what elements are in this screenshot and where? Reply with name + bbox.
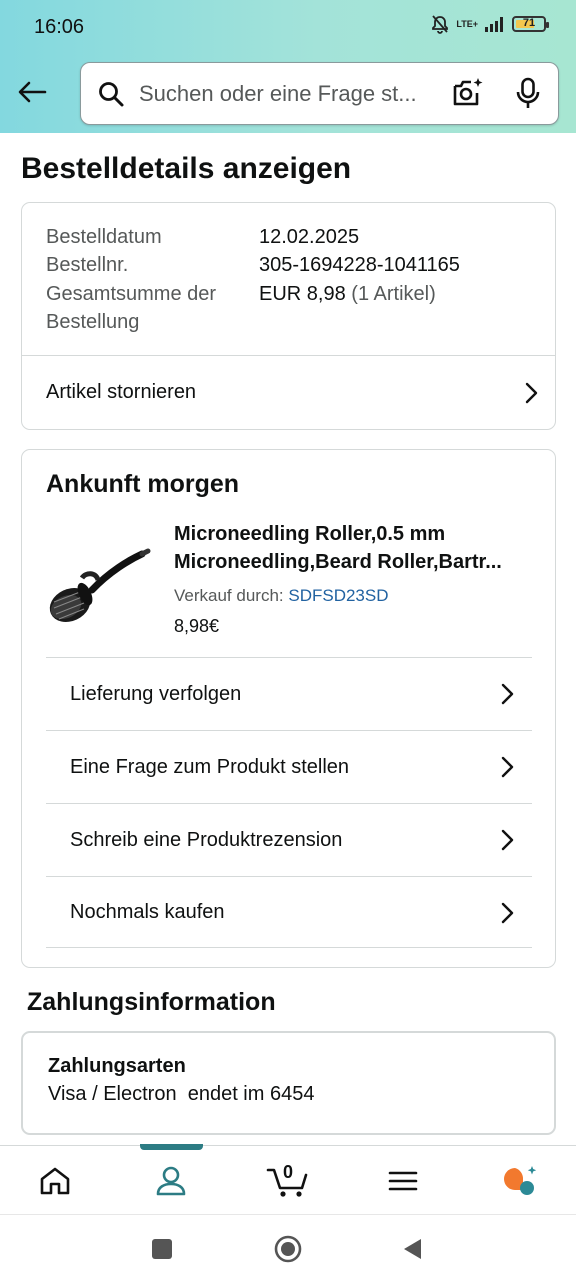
home-system-button[interactable] [268,1229,308,1269]
action-label: Nochmals kaufen [70,901,225,923]
nav-cart[interactable]: 0 [256,1146,320,1215]
order-date: 12.02.2025 [259,226,360,248]
search-input[interactable] [139,63,439,124]
search-icon [99,82,124,107]
ask-question-row[interactable]: Eine Frage zum Produkt stellen [70,731,514,803]
home-icon [40,1167,70,1194]
order-summary-card: Bestelldatum 12.02.2025 Bestellnr. 305-1… [21,202,556,430]
action-label: Lieferung verfolgen [70,682,242,705]
cancel-item-label: Artikel stornieren [46,381,197,403]
nav-rufus[interactable] [490,1146,550,1215]
app-header: 16:06 LTE+ 71 [0,0,576,133]
nav-home[interactable] [25,1146,85,1215]
order-total-amount: EUR 8,98 [259,283,346,305]
payment-methods-label: Zahlungsarten [48,1055,186,1077]
back-arrow-icon [18,81,47,103]
square-icon [152,1239,172,1259]
order-total-label: Gesamtsumme der [46,283,217,305]
recent-apps-button[interactable] [142,1229,182,1269]
rufus-icon [504,1165,537,1195]
write-review-row[interactable]: Schreib eine Produktrezension [70,804,514,876]
page-title: Bestelldetails anzeigen [21,152,352,185]
camera-icon[interactable] [451,76,485,110]
payment-card[interactable]: Zahlungsarten Visa / Electron endet im 6… [21,1031,556,1135]
back-button[interactable] [14,74,50,110]
bottom-nav: 0 [0,1144,576,1215]
triangle-back-icon [404,1239,421,1259]
seller-link[interactable]: SDFSD23SD [288,586,388,605]
status-time: 16:06 [34,16,85,38]
sold-by-label: Verkauf durch: [174,586,284,605]
chevron-right-icon [501,902,514,923]
chevron-right-icon [501,756,514,778]
payment-section-title: Zahlungsinformation [27,988,276,1016]
seller-info: Verkauf durch: SDFSD23SD [174,586,389,606]
order-item-count: (1 Artikel) [351,283,436,305]
nav-account[interactable] [141,1146,201,1215]
chevron-right-icon [501,683,514,705]
product-title-line: Microneedling Roller,0.5 mm [174,523,446,545]
product-title[interactable]: Microneedling Roller,0.5 mm Microneedlin… [174,520,544,576]
order-number-label: Bestellnr. [46,254,129,276]
battery-icon: 71 [512,16,549,32]
shipment-card: Ankunft morgen Microneedling Roller,0.5 … [21,449,556,968]
search-bar[interactable] [80,62,559,125]
network-type: LTE+ [456,18,478,29]
buy-again-row[interactable]: Nochmals kaufen [70,877,514,948]
status-bar: 16:06 LTE+ 71 [0,0,576,56]
mic-icon[interactable] [514,77,542,111]
product-title-line: Microneedling,Beard Roller,Bartr... [174,551,502,573]
payment-method-detail: Visa / Electron endet im 6454 [48,1083,315,1105]
account-icon [156,1166,186,1195]
cancel-item-row[interactable]: Artikel stornieren [46,356,538,429]
cart-count: 0 [283,1162,294,1182]
chevron-right-icon [525,382,538,403]
system-nav-bar [0,1214,576,1280]
order-total-label-cont: Bestellung [46,311,140,333]
back-system-button[interactable] [392,1229,432,1269]
battery-level: 71 [522,17,536,29]
nav-menu[interactable] [373,1146,433,1215]
product-image[interactable] [44,532,154,632]
status-icons: LTE+ 71 [430,14,549,34]
order-date-label: Bestelldatum [46,226,162,248]
signal-icon [485,17,503,32]
divider [46,947,532,948]
delivery-status: Ankunft morgen [46,470,240,498]
action-label: Eine Frage zum Produkt stellen [70,755,350,778]
product-price: 8,98€ [174,616,220,636]
mute-bell-icon [432,15,449,34]
action-label: Schreib eine Produktrezension [70,828,343,851]
order-total: EUR 8,98 (1 Artikel) [259,280,436,308]
menu-icon [388,1171,418,1190]
circle-icon [274,1235,302,1263]
track-package-row[interactable]: Lieferung verfolgen [70,658,514,730]
order-number: 305-1694228-1041165 [259,254,460,276]
chevron-right-icon [501,829,514,851]
